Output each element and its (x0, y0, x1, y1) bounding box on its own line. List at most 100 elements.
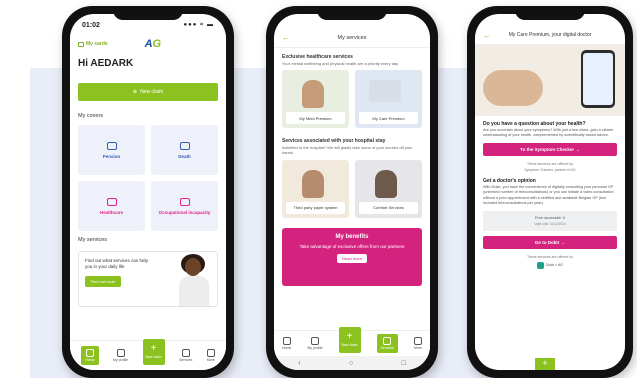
symptom-checker-button[interactable]: To the Symptom Checker → (483, 143, 617, 157)
plus-icon: + (346, 331, 353, 342)
people-icon (179, 141, 190, 150)
phone-home: 01:02 ●●● ≈ ▬ My cards AG Hi AEDARK ⊕ Ne… (62, 6, 234, 378)
doctor-text: With Doktr, you have the convenience of … (483, 185, 614, 205)
tab-label: New claim (341, 343, 358, 347)
question-heading: Do you have a question about your health… (483, 121, 586, 127)
tab-more[interactable]: More (206, 349, 215, 362)
tile-caption: Third party payer system (286, 201, 345, 214)
tile-caption: My Mind Premium (286, 112, 345, 125)
bottom-tab-bar: Home My profile + New claim Services Mor… (70, 338, 226, 370)
care-title: My Care Premium, your digital doctor (508, 32, 592, 38)
tab-label: Home (85, 358, 95, 362)
tab-label: My profile (112, 358, 129, 362)
nav-back-icon[interactable]: ‹ (298, 360, 300, 367)
find-out-more-button[interactable]: Find out more (85, 275, 121, 287)
leaf-icon (383, 337, 392, 345)
my-cards-label: My cards (86, 41, 108, 47)
tab-label: Services (178, 358, 193, 362)
my-covers-heading: My covers (78, 113, 104, 119)
cover-occupational-incapacity[interactable]: Occupational incapacity (151, 181, 218, 231)
man-photo (302, 80, 324, 109)
back-arrow-icon[interactable]: ← (483, 31, 491, 40)
free-access-label: Free accesskit: 0 (534, 215, 566, 221)
tab-my-profile[interactable]: My profile (307, 337, 323, 350)
services-header: ← My services (274, 28, 430, 48)
exclusive-tiles: My Mind Premium My Care Premium (274, 66, 430, 132)
offered-by-text-2: These services are offered by (526, 254, 574, 259)
cover-pension[interactable]: Pension (78, 125, 145, 175)
tile-comfort-services[interactable]: Comfort Services (355, 159, 422, 218)
exclusive-heading: Exclusive healthcare services (282, 54, 353, 60)
wallet-icon (106, 141, 117, 150)
new-claim-fab[interactable]: + (535, 358, 555, 370)
free-access-validity: Valid until: 31/12/2024 (534, 222, 566, 227)
go-to-doktr-button[interactable]: Go to Doktr → (483, 235, 617, 249)
my-services-heading: My services (78, 237, 108, 243)
logo-letter-a: A (144, 38, 153, 50)
home-icon (282, 337, 291, 345)
care-premium-screen: ← My Care Premium, your digital doctor D… (475, 14, 625, 370)
woman-with-phone-image (175, 254, 213, 306)
back-arrow-icon[interactable]: ← (282, 33, 290, 42)
profile-icon (116, 349, 125, 357)
doktr-logo-icon (536, 261, 544, 269)
phone-notch (113, 6, 183, 20)
phone-notch (515, 6, 585, 20)
tile-third-party-payer[interactable]: Third party payer system (282, 159, 349, 218)
benefits-description: Take advantage of exclusive offers from … (299, 243, 405, 249)
hand-with-phone-image (475, 44, 625, 116)
man-photo (302, 169, 324, 198)
tab-label: More (413, 346, 422, 350)
marketing-stage: 01:02 ●●● ≈ ▬ My cards AG Hi AEDARK ⊕ Ne… (0, 0, 637, 378)
tile-my-mind-premium[interactable]: My Mind Premium (282, 70, 349, 129)
question-text: Are you uncertain about your symptoms? W… (483, 128, 614, 138)
home-icon (85, 349, 94, 357)
doctor-heading: Get a doctor's opinion (483, 178, 536, 185)
cover-healthcare[interactable]: Healthcare (78, 181, 145, 231)
tile-caption: My Care Premium (359, 112, 418, 125)
covers-grid: Pension Death Healthcare Occupational in… (70, 123, 226, 233)
tab-label: Home (282, 346, 292, 350)
tab-services[interactable]: Services (179, 349, 192, 362)
phone-care-premium: ← My Care Premium, your digital doctor D… (467, 6, 633, 378)
profile-icon (310, 337, 319, 345)
read-more-button[interactable]: Read more (337, 254, 367, 264)
plus-icon: + (150, 343, 157, 354)
hospital-heading: Services associated with your hospital s… (282, 138, 386, 145)
card-icon (78, 41, 84, 47)
plus-circle-icon: ⊕ (132, 89, 138, 95)
new-claim-button[interactable]: ⊕ New claim (78, 83, 218, 101)
hospital-subtitle: Admitted to the hospital? We will gladly… (282, 145, 413, 156)
greeting: Hi AEDARK (78, 58, 134, 69)
cover-label: Death (178, 153, 191, 159)
tab-label: More (206, 358, 215, 362)
tab-services[interactable]: Services (376, 334, 398, 353)
brand-label: Doktr × AG (545, 263, 564, 268)
cover-label: Pension (102, 153, 121, 159)
cover-death[interactable]: Death (151, 125, 218, 175)
tile-my-care-premium[interactable]: My Care Premium (355, 70, 422, 129)
menu-icon (413, 337, 422, 345)
tab-label: New claim (145, 355, 162, 359)
tab-label: My profile (307, 346, 323, 350)
tab-new-claim[interactable]: + New claim (338, 326, 361, 353)
my-cards-button[interactable]: My cards (78, 41, 108, 47)
tab-more[interactable]: More (413, 337, 422, 350)
nav-recents-icon[interactable]: □ (402, 360, 406, 367)
new-claim-label: New claim (140, 89, 164, 95)
nav-home-icon[interactable]: ○ (349, 360, 353, 367)
hospital-tiles: Third party payer system Comfort Service… (274, 156, 430, 222)
ag-logo: AG (145, 38, 162, 50)
leaf-icon (181, 349, 190, 357)
tab-new-claim[interactable]: + New claim (142, 338, 165, 365)
services-title: My services (337, 34, 367, 41)
cover-label: Occupational incapacity (158, 209, 211, 215)
tab-home[interactable]: Home (81, 346, 99, 365)
cover-label: Healthcare (99, 209, 123, 215)
phone-notch (317, 6, 387, 20)
menu-icon (206, 349, 215, 357)
benefits-banner: My benefits Take advantage of exclusive … (282, 227, 422, 286)
tab-home[interactable]: Home (282, 337, 291, 350)
tab-my-profile[interactable]: My profile (113, 349, 128, 362)
briefcase-icon (179, 197, 190, 206)
